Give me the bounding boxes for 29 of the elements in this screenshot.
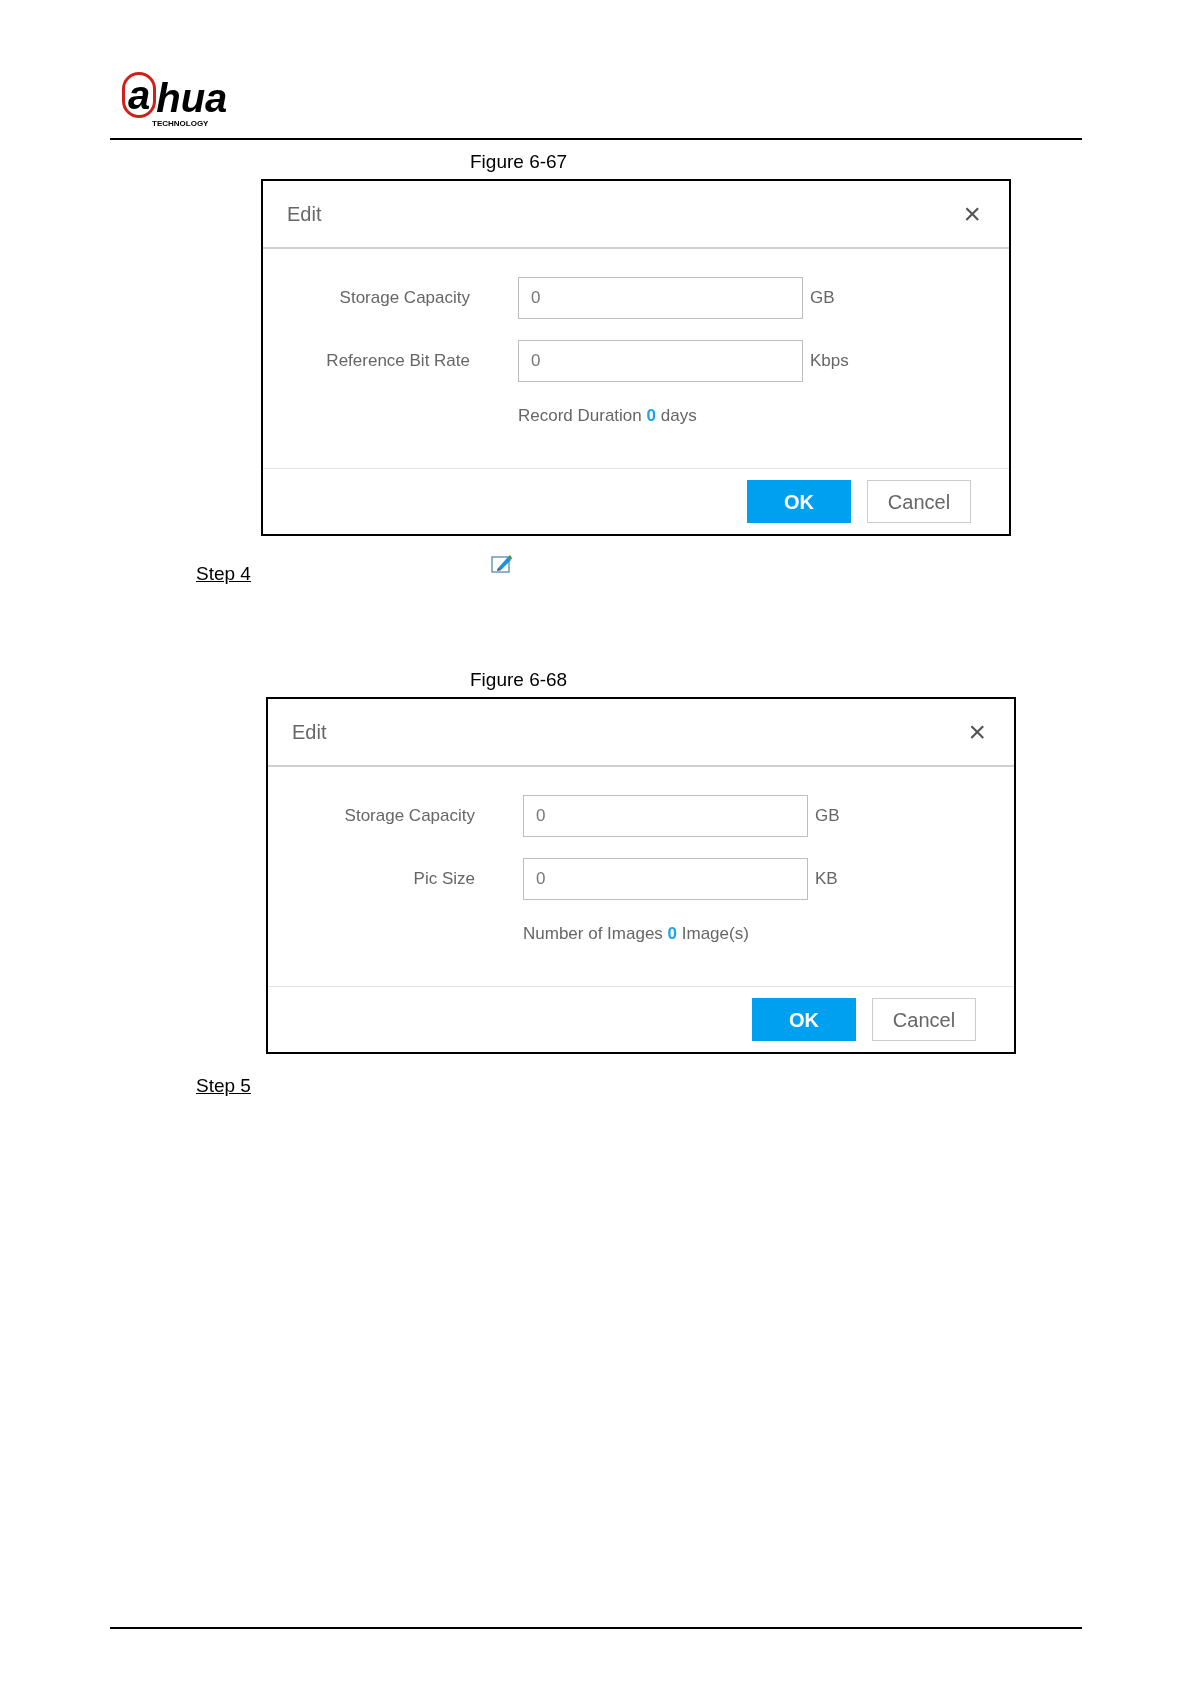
ok-button[interactable]: OK	[752, 998, 856, 1041]
figure-caption: Figure 6-67	[470, 150, 569, 174]
step-label: Step 5	[196, 1074, 251, 1098]
figure-caption: Figure 6-68	[470, 668, 569, 692]
unit-label: GB	[815, 804, 840, 827]
dialog-title: Edit	[292, 719, 327, 745]
unit-label: GB	[810, 286, 835, 309]
ok-button[interactable]: OK	[747, 480, 851, 523]
field-label: Storage Capacity	[338, 286, 470, 309]
edit-icon[interactable]	[490, 554, 513, 574]
field-label: Reference Bit Rate	[325, 349, 470, 372]
summary-text: Number of Images 0 Image(s)	[523, 922, 750, 945]
field-label: Pic Size	[412, 867, 475, 890]
cancel-button[interactable]: Cancel	[867, 480, 971, 523]
cancel-button[interactable]: Cancel	[872, 998, 976, 1041]
input-field[interactable]: 0	[523, 857, 808, 900]
field-label: Storage Capacity	[343, 804, 475, 827]
logo-tagline: TECHNOLOGY	[152, 118, 210, 130]
summary-text: Record Duration 0 days	[518, 404, 698, 427]
input-field[interactable]: 0	[518, 276, 803, 319]
close-button[interactable]: ×	[964, 716, 990, 747]
unit-label: Kbps	[810, 349, 849, 372]
close-button[interactable]: ×	[959, 198, 985, 229]
dialog-title: Edit	[287, 201, 322, 227]
input-field[interactable]: 0	[523, 794, 808, 837]
unit-label: KB	[815, 867, 838, 890]
input-field[interactable]: 0	[518, 339, 803, 382]
logo: ahua	[122, 72, 228, 118]
step-label: Step 4	[196, 561, 251, 586]
